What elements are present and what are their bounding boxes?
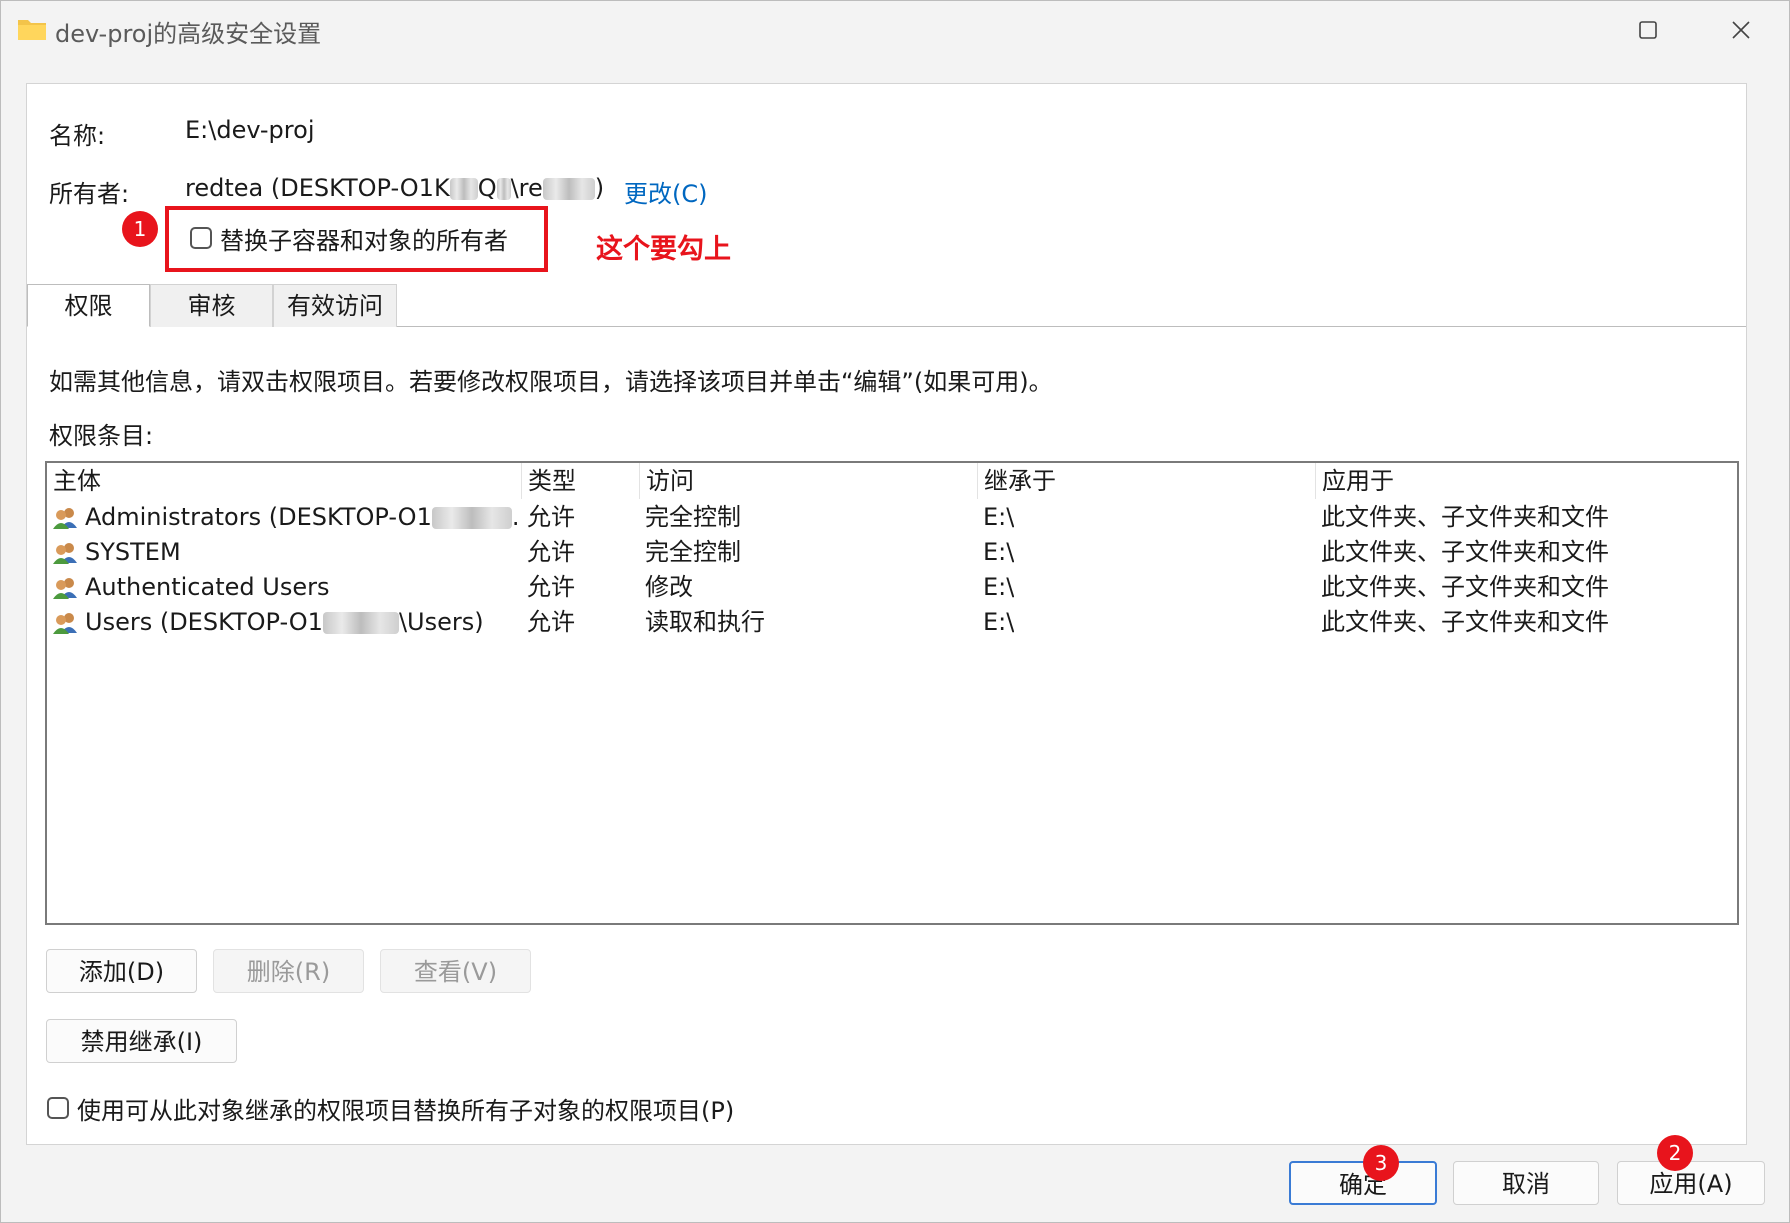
add-button[interactable]: 添加(D) xyxy=(46,949,197,993)
inherited-from-cell: E:\ xyxy=(983,503,1015,531)
principal-text: Administrators (DESKTOP-O1 xyxy=(85,503,432,531)
access-cell: 完全控制 xyxy=(645,538,741,566)
principal-cell: SYSTEM xyxy=(85,538,181,566)
type-cell: 允许 xyxy=(527,503,575,531)
tab-permissions[interactable]: 权限 xyxy=(27,284,150,327)
applies-to-cell: 此文件夹、子文件夹和文件 xyxy=(1321,538,1609,566)
name-label: 名称: xyxy=(49,122,106,150)
user-group-icon xyxy=(53,578,77,599)
folder-icon xyxy=(18,20,46,40)
replace-owner-label[interactable]: 替换子容器和对象的所有者 xyxy=(220,221,508,256)
type-cell: 允许 xyxy=(527,538,575,566)
window-title: dev-proj的高级安全设置 xyxy=(55,20,322,48)
column-header-principal[interactable]: 主体 xyxy=(47,463,521,499)
applies-to-cell: 此文件夹、子文件夹和文件 xyxy=(1321,503,1609,531)
tab-effective-access[interactable]: 有效访问 xyxy=(273,284,397,327)
annotation-note: 这个要勾上 xyxy=(596,234,731,265)
owner-value: redtea (DESKTOP-O1K Q \re) xyxy=(185,174,604,202)
maximize-button[interactable] xyxy=(1613,7,1683,53)
user-group-icon xyxy=(53,543,77,564)
access-cell: 完全控制 xyxy=(645,503,741,531)
entries-label: 权限条目: xyxy=(49,422,154,450)
inherited-from-cell: E:\ xyxy=(983,538,1015,566)
user-group-icon xyxy=(53,508,77,529)
redacted-blur xyxy=(449,178,478,200)
owner-value-mid: Q xyxy=(477,174,497,202)
content-panel: 名称: E:\dev-proj 所有者: redtea (DESKTOP-O1K… xyxy=(26,83,1747,1145)
table-row[interactable]: Administrators (DESKTOP-O1... 允许 完全控制 E:… xyxy=(47,500,1737,535)
table-row[interactable]: Users (DESKTOP-O1 \Users) 允许 读取和执行 E:\ 此文… xyxy=(47,605,1737,640)
annotation-badge-1: 1 xyxy=(122,211,158,247)
principal-suffix: ... xyxy=(511,503,521,531)
redacted-blur xyxy=(542,178,595,200)
replace-owner-checkbox[interactable] xyxy=(190,227,212,249)
disable-inheritance-button[interactable]: 禁用继承(I) xyxy=(46,1019,237,1063)
annotation-badge-2: 2 xyxy=(1657,1135,1693,1171)
applies-to-cell: 此文件夹、子文件夹和文件 xyxy=(1321,608,1609,636)
remove-button[interactable]: 删除(R) xyxy=(213,949,364,993)
type-cell: 允许 xyxy=(527,573,575,601)
replace-child-permissions-checkbox[interactable] xyxy=(47,1097,69,1119)
help-text: 如需其他信息，请双击权限项目。若要修改权限项目，请选择该项目并单击“编辑”(如果… xyxy=(49,368,1053,396)
name-value: E:\dev-proj xyxy=(185,116,315,144)
owner-value-mid2: \re xyxy=(510,174,543,202)
owner-value-end: ) xyxy=(594,174,605,202)
redacted-blur xyxy=(496,178,511,200)
owner-label: 所有者: xyxy=(49,180,130,208)
column-header-access[interactable]: 访问 xyxy=(639,463,977,499)
change-owner-link[interactable]: 更改(C) xyxy=(624,174,707,209)
cancel-button[interactable]: 取消 xyxy=(1453,1161,1599,1205)
tab-auditing[interactable]: 审核 xyxy=(150,284,273,327)
permission-entries-list[interactable]: 主体 类型 访问 继承于 应用于 Administrators (DESKTOP… xyxy=(45,461,1739,925)
apply-button[interactable]: 应用(A) xyxy=(1617,1161,1765,1205)
column-header-applies-to[interactable]: 应用于 xyxy=(1315,463,1737,499)
title-bar: dev-proj的高级安全设置 xyxy=(1,1,1789,59)
maximize-icon xyxy=(1639,21,1657,39)
principal-cell: Administrators (DESKTOP-O1... xyxy=(85,500,521,535)
redacted-blur xyxy=(431,507,512,529)
applies-to-cell: 此文件夹、子文件夹和文件 xyxy=(1321,573,1609,601)
annotation-badge-3: 3 xyxy=(1363,1145,1399,1181)
principal-cell: Users (DESKTOP-O1 \Users) xyxy=(85,605,521,640)
table-row[interactable]: Authenticated Users 允许 修改 E:\ 此文件夹、子文件夹和… xyxy=(47,570,1737,605)
table-row[interactable]: SYSTEM 允许 完全控制 E:\ 此文件夹、子文件夹和文件 xyxy=(47,535,1737,570)
security-dialog: dev-proj的高级安全设置 名称: E:\dev-proj 所有者: red… xyxy=(0,0,1790,1223)
principal-text: Users (DESKTOP-O1 xyxy=(85,608,323,636)
owner-value-start: redtea (DESKTOP-O1K xyxy=(185,174,450,202)
column-header-type[interactable]: 类型 xyxy=(521,463,639,499)
close-button[interactable] xyxy=(1706,7,1776,53)
principal-suffix: \Users) xyxy=(398,608,484,636)
access-cell: 修改 xyxy=(645,573,693,601)
user-group-icon xyxy=(53,613,77,634)
replace-child-permissions-label[interactable]: 使用可从此对象继承的权限项目替换所有子对象的权限项目(P) xyxy=(77,1091,734,1126)
inherited-from-cell: E:\ xyxy=(983,608,1015,636)
view-button[interactable]: 查看(V) xyxy=(380,949,531,993)
close-icon xyxy=(1732,21,1750,39)
column-header-inherited-from[interactable]: 继承于 xyxy=(977,463,1315,499)
principal-cell: Authenticated Users xyxy=(85,573,330,601)
access-cell: 读取和执行 xyxy=(645,608,765,636)
redacted-blur xyxy=(322,612,399,634)
inherited-from-cell: E:\ xyxy=(983,573,1015,601)
type-cell: 允许 xyxy=(527,608,575,636)
